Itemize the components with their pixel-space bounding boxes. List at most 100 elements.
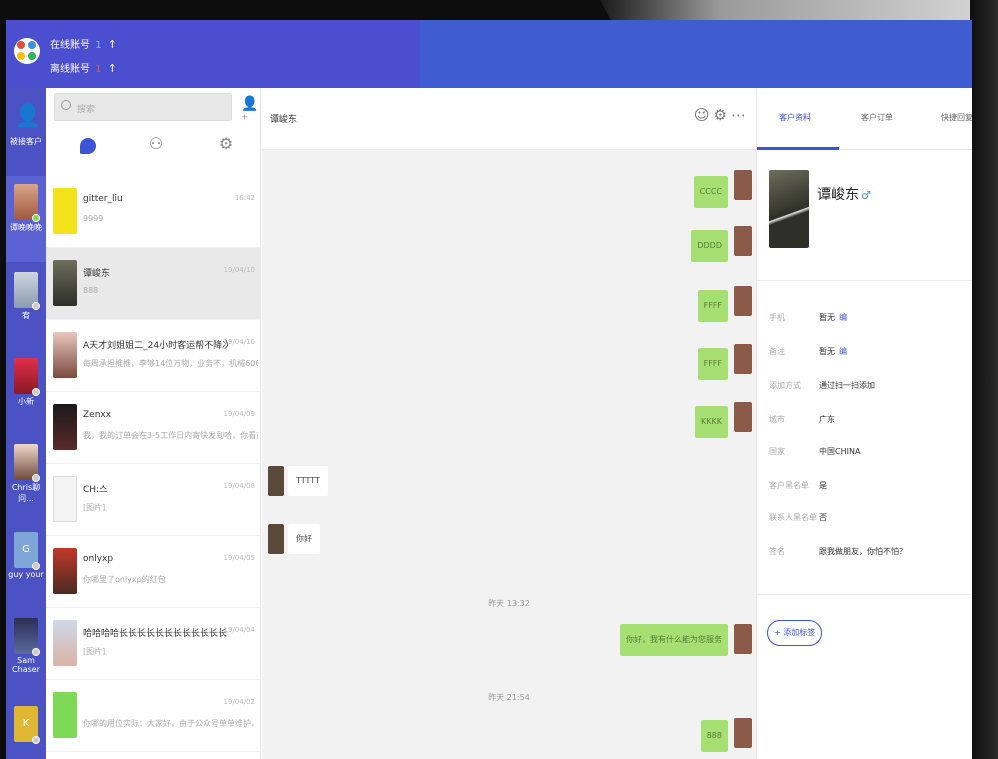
offline-status-dot bbox=[32, 648, 40, 656]
tab-customer-orders[interactable]: 客户订单 bbox=[861, 112, 893, 123]
conversation-time: 19/04/10 bbox=[223, 266, 255, 274]
avatar bbox=[53, 332, 77, 378]
message-bubble-out[interactable]: 你好，我有什么能为您服务 bbox=[620, 624, 728, 656]
avatar bbox=[53, 620, 77, 666]
online-count: 1 bbox=[95, 40, 102, 51]
avatar bbox=[14, 184, 40, 222]
conversation-preview: [图片] bbox=[83, 503, 106, 512]
message-bubble-in[interactable]: 你好 bbox=[288, 524, 320, 554]
field-value: 暂无 bbox=[819, 347, 835, 356]
divider bbox=[757, 594, 972, 595]
avatar bbox=[268, 524, 284, 554]
search-placeholder: 搜索 bbox=[77, 105, 96, 115]
offline-arrow-icon: ↑ bbox=[107, 62, 117, 75]
conversation-time: 19/04/05 bbox=[223, 554, 255, 562]
conversation-item[interactable]: CH:스 [图片] 19/04/08 bbox=[46, 464, 261, 536]
conversation-item[interactable]: gitter_liu 9999 16:42 bbox=[46, 176, 261, 248]
contacts-tab-icon[interactable]: ⚇ bbox=[144, 134, 168, 158]
divider bbox=[757, 280, 972, 281]
field-label: 城市 bbox=[769, 415, 785, 424]
avatar bbox=[14, 618, 40, 656]
account-item[interactable]: Chris聊问... bbox=[6, 444, 46, 504]
account-item[interactable]: Sam Chaser bbox=[6, 618, 46, 674]
conversation-preview: [图片] bbox=[83, 647, 106, 656]
conversation-item[interactable]: onlyxp 你哪里了onlyxp的红包 19/04/05 bbox=[46, 536, 261, 608]
account-item[interactable]: 宥 bbox=[6, 272, 46, 321]
conversation-item[interactable]: 谭峻东 888 19/04/10 bbox=[46, 248, 261, 320]
account-item[interactable]: 小新 bbox=[6, 358, 46, 407]
field-value: 中国CHINA bbox=[819, 447, 861, 456]
person-icon: 👤 bbox=[14, 104, 42, 129]
device-bezel-shine bbox=[600, 0, 998, 22]
conversation-preview: 我，我的订单会在3-5工作日内寄快发到哈，你看商品在运... bbox=[83, 431, 258, 440]
add-tag-button[interactable]: + 添加标签 bbox=[767, 620, 823, 646]
account-item-pending[interactable]: 👤 被接客户 bbox=[6, 104, 46, 147]
search-input[interactable]: 搜索 bbox=[54, 93, 232, 121]
account-label: 宥 bbox=[22, 311, 30, 320]
offline-accounts[interactable]: 离线账号 1 ↑ bbox=[50, 60, 117, 75]
message-bubble-out[interactable]: 888 bbox=[700, 720, 728, 752]
field-value: 跟我做朋友，你怕不怕？ bbox=[819, 547, 907, 556]
field-label: 添加方式 bbox=[769, 381, 801, 390]
message-bubble-out[interactable]: DDDD bbox=[691, 230, 728, 262]
avatar bbox=[53, 476, 77, 522]
avatar bbox=[53, 188, 77, 234]
conversation-item[interactable]: A天才刘姐姐二_24小时客运帮不降次 每周承担推推，李够14位万物，业务不，机械… bbox=[46, 320, 261, 392]
profile-row-signature: 签名 跟我做朋友，你怕不怕？ bbox=[769, 546, 907, 557]
conversation-item[interactable]: 哈哈哈哈长长长长长长长长长长长长长长长 [图片] 19/04/04 bbox=[46, 608, 261, 680]
chat-tab-icon[interactable] bbox=[76, 134, 100, 158]
account-item[interactable]: 谭晚晚晚 bbox=[6, 176, 46, 262]
avatar bbox=[734, 624, 752, 654]
profile-avatar bbox=[769, 170, 809, 248]
account-label: Sam Chaser bbox=[12, 656, 40, 674]
settings-icon[interactable]: ⚙ bbox=[714, 106, 731, 124]
edit-icon[interactable]: 编 bbox=[839, 313, 847, 322]
chat-tools: ☺⚙⋯ bbox=[694, 106, 750, 124]
field-label: 客户黑名单 bbox=[769, 481, 809, 490]
timestamp: 昨天 13:32 bbox=[488, 599, 530, 608]
conversation-item[interactable]: Zenxx 我，我的订单会在3-5工作日内寄快发到哈，你看商品在运... 19/… bbox=[46, 392, 261, 464]
online-accounts[interactable]: 在线账号 1 ↑ bbox=[50, 36, 117, 51]
conversation-preview: 你哪的用位实际：大家好，由于公众号单单维护，收到我... bbox=[83, 719, 258, 728]
active-tab-indicator bbox=[757, 147, 839, 150]
settings-tab-icon[interactable]: ⚙ bbox=[214, 134, 238, 158]
avatar bbox=[53, 260, 77, 306]
avatar bbox=[734, 344, 752, 374]
avatar bbox=[734, 286, 752, 316]
account-label: 小新 bbox=[18, 397, 34, 406]
chat-window: 谭峻东 ☺⚙⋯ CCCC DDDD FFFF FFFF KKKK TTTTT 你… bbox=[262, 88, 756, 759]
search-icon bbox=[61, 100, 71, 110]
avatar bbox=[734, 170, 752, 200]
tab-quick-reply[interactable]: 快捷回复 bbox=[941, 112, 972, 123]
profile-row-contact-blacklist: 联系人黑名单否 bbox=[769, 512, 827, 523]
offline-status-dot bbox=[32, 562, 40, 570]
top-bar-account-area bbox=[6, 20, 420, 88]
profile-tabs: 客户资料 客户订单 快捷回复 bbox=[757, 88, 972, 150]
offline-status-dot bbox=[32, 302, 40, 310]
field-value: 否 bbox=[819, 513, 827, 522]
message-bubble-out[interactable]: CCCC bbox=[693, 176, 728, 208]
conversation-item[interactable]: 你哪的用位实际：大家好，由于公众号单单维护，收到我... 19/04/02 bbox=[46, 680, 261, 752]
offline-label: 离线账号 bbox=[50, 64, 90, 75]
more-icon[interactable]: ⋯ bbox=[731, 106, 750, 124]
message-bubble-out[interactable]: FFFF bbox=[697, 290, 728, 322]
message-bubble-out[interactable]: FFFF bbox=[697, 348, 728, 380]
app-screen: 在线账号 1 ↑ 离线账号 1 ↑ 👤 被接客户 谭晚晚晚 宥 小新 Chris… bbox=[6, 20, 972, 759]
avatar bbox=[14, 444, 40, 482]
emoji-icon[interactable]: ☺ bbox=[694, 106, 714, 124]
conversation-preview: 888 bbox=[83, 286, 99, 295]
tab-customer-info[interactable]: 客户资料 bbox=[779, 112, 811, 123]
avatar bbox=[53, 404, 77, 450]
field-value: 通过扫一扫添加 bbox=[819, 381, 875, 390]
account-item[interactable]: G guy your bbox=[6, 532, 46, 579]
add-friend-icon[interactable]: 👤⁺ bbox=[241, 96, 260, 128]
edit-icon[interactable]: 编 bbox=[839, 347, 847, 356]
avatar bbox=[734, 718, 752, 748]
offline-status-dot bbox=[32, 388, 40, 396]
field-value: 广东 bbox=[819, 415, 835, 424]
message-bubble-out[interactable]: KKKK bbox=[695, 406, 728, 438]
account-item[interactable]: K bbox=[6, 706, 46, 744]
offline-status-dot bbox=[32, 474, 40, 482]
message-bubble-in[interactable]: TTTTT bbox=[288, 466, 328, 496]
top-bar: 在线账号 1 ↑ 离线账号 1 ↑ bbox=[6, 20, 972, 88]
